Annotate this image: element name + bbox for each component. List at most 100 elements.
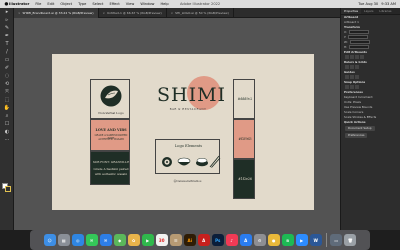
dock-mail-icon[interactable]: ✉ [99, 234, 112, 246]
tool-0-icon[interactable]: ▸ [2, 9, 12, 16]
panel-mini-button[interactable] [349, 55, 354, 59]
panel-row-label: Artboard 1 [344, 20, 359, 24]
tool-6-icon[interactable]: ▭ [2, 57, 12, 64]
tool-10-icon[interactable]: ⤧ [2, 89, 12, 96]
panel-mini-button[interactable] [354, 55, 359, 59]
menu-item-type[interactable]: Type [78, 2, 86, 6]
tool-12-icon[interactable]: ✋ [2, 105, 12, 112]
secondary-logo-box[interactable]: Non-Verbal Logo [90, 79, 130, 119]
dock-maps-icon[interactable]: ◆ [113, 234, 126, 246]
dock-launchpad-icon[interactable]: ▦ [57, 234, 70, 246]
close-tab-icon[interactable]: × [18, 11, 21, 15]
close-tab-icon[interactable]: × [103, 11, 106, 15]
artboard[interactable]: Non-Verbal Logo LOVE AND VIBS GRADE A SA… [52, 54, 314, 210]
toggle-button[interactable] [349, 85, 354, 89]
tool-11-icon[interactable]: ⬚ [2, 97, 12, 104]
dock-photoshop-icon[interactable]: Ps [211, 234, 224, 246]
type-specimen-primary[interactable]: LOVE AND VIBS GRADE A SASHIMI PAIRED WIT… [90, 119, 130, 151]
panel-row-label: W: [344, 40, 348, 44]
panel-tab-libraries[interactable]: Libraries [376, 8, 394, 14]
menu-item-file[interactable]: File [35, 2, 41, 6]
menu-item-select[interactable]: Select [92, 2, 103, 6]
canvas-area[interactable]: Non-Verbal Logo LOVE AND VIBS GRADE A SA… [14, 18, 340, 230]
document-tab[interactable]: × SHIMI_Brandboard.ai @ 33.22 % (RGB/Prev… [14, 8, 99, 18]
dock-finder-icon[interactable]: ☺ [43, 234, 56, 246]
panel-row-label: Units: Pixels [344, 100, 361, 104]
tool-5-icon[interactable]: / [2, 49, 12, 56]
dock-finder-window-icon[interactable]: ▭ [330, 234, 343, 246]
dock-illustrator-icon[interactable]: Ai [183, 234, 196, 246]
dock-messages-icon[interactable]: ✉ [85, 234, 98, 246]
panel-tab-properties[interactable]: Properties [341, 8, 362, 14]
menu-item-object[interactable]: Object [60, 2, 72, 6]
tool-9-icon[interactable]: ⟲ [2, 81, 12, 88]
tool-14-icon[interactable]: ☐ [2, 121, 12, 128]
dock-settings-icon[interactable]: ⚙ [253, 234, 266, 246]
menu-item-window[interactable]: Window [140, 2, 154, 6]
document-setup-button[interactable]: Document Setup [345, 126, 375, 131]
tool-16-icon[interactable]: ⋯ [2, 137, 12, 144]
color-swatch[interactable]: #1f2e26 [233, 159, 255, 199]
dock-photos-icon[interactable]: ✿ [127, 234, 140, 246]
panel-sections: Artboard Artboard 1 Transform X: Y: W: H: Edit … [341, 15, 400, 125]
transform-input[interactable] [349, 40, 370, 44]
tool-7-icon[interactable]: ✐ [2, 65, 12, 72]
toggle-button[interactable] [354, 85, 359, 89]
close-tab-icon[interactable]: × [171, 11, 174, 15]
dock-chrome-icon[interactable]: ● [267, 234, 280, 246]
panel-row-label: H: [344, 45, 348, 49]
dock-calendar-icon[interactable]: 30 [155, 234, 168, 246]
dock-spotify-icon[interactable]: ≋ [281, 234, 294, 246]
toggle-button[interactable] [344, 85, 349, 89]
dock-contacts-icon[interactable]: ☰ [169, 234, 182, 246]
menu-item-effect[interactable]: Effect [109, 2, 119, 6]
toggle-button[interactable] [349, 65, 354, 69]
color-swatch[interactable]: #ddd9c2 [233, 79, 255, 119]
brand-name[interactable]: SHIMI [157, 84, 225, 106]
document-tab[interactable]: × Untitled-1 @ 66.67 % (RGB/Preview) [99, 8, 167, 18]
toggle-button[interactable] [349, 75, 354, 79]
panel-mini-button[interactable] [359, 55, 364, 59]
toggle-button[interactable] [344, 75, 349, 79]
logo-elements-box[interactable]: Logo Elements [155, 139, 221, 174]
toggle-button[interactable] [344, 65, 349, 69]
menu-item-edit[interactable]: Edit [47, 2, 54, 6]
tool-3-icon[interactable]: ✒ [2, 33, 12, 40]
tab-label: SHIMI_Brandboard.ai @ 33.22 % (RGB/Previ… [22, 11, 94, 15]
swatch-hex-label: #f2f9d3 [238, 137, 252, 141]
panel-tab-layers[interactable]: Layers [361, 8, 376, 14]
tool-8-icon[interactable]: ◌ [2, 73, 12, 80]
type-specimen-secondary[interactable]: SUB FONT: GRANVILLE Grade A Sashimi pair… [90, 151, 130, 185]
time-label[interactable]: 9:33 AM [381, 2, 396, 6]
document-tab-bar: × SHIMI_Brandboard.ai @ 33.22 % (RGB/Prev… [14, 8, 340, 18]
menu-item-illustrator[interactable]: Illustrator [9, 2, 29, 6]
stroke-swatch[interactable] [5, 186, 11, 192]
dock-word-icon[interactable]: W [309, 234, 322, 246]
dock-safari-icon[interactable]: ◎ [71, 234, 84, 246]
type-primary-title: LOVE AND VIBS [95, 128, 127, 132]
menu-item-view[interactable]: View [126, 2, 135, 6]
transform-input[interactable] [348, 30, 369, 34]
transform-input[interactable] [349, 45, 370, 49]
toggle-button[interactable] [354, 65, 359, 69]
document-tab[interactable]: × SHI_LOGO.ai @ 50 % (RGB/Preview) [167, 8, 234, 18]
color-swatch[interactable]: #f2f9d3 [233, 119, 255, 159]
panel-row-label: X: [344, 30, 347, 34]
toggle-button[interactable] [354, 75, 359, 79]
tool-13-icon[interactable]: ⌕ [2, 113, 12, 120]
tool-4-icon[interactable]: T [2, 41, 12, 48]
transform-input[interactable] [348, 35, 369, 39]
dock-acrobat-icon[interactable]: A [197, 234, 210, 246]
panel-mini-button[interactable] [344, 55, 349, 59]
preferences-button[interactable]: Preferences [345, 133, 368, 138]
tool-15-icon[interactable]: ◐ [2, 129, 12, 136]
dock-facetime-icon[interactable]: ▶ [141, 234, 154, 246]
dock-zoom-icon[interactable]: ▶ [295, 234, 308, 246]
tool-1-icon[interactable]: ▹ [2, 17, 12, 24]
tool-2-icon[interactable]: ✎ [2, 25, 12, 32]
dock-app-store-icon[interactable]: A [239, 234, 252, 246]
menu-item-help[interactable]: Help [160, 2, 168, 6]
dock-music-icon[interactable]: ♪ [225, 234, 238, 246]
swatch-hex-label: #1f2e26 [238, 177, 252, 181]
dock-trash-icon[interactable]: 🗑 [344, 234, 357, 246]
